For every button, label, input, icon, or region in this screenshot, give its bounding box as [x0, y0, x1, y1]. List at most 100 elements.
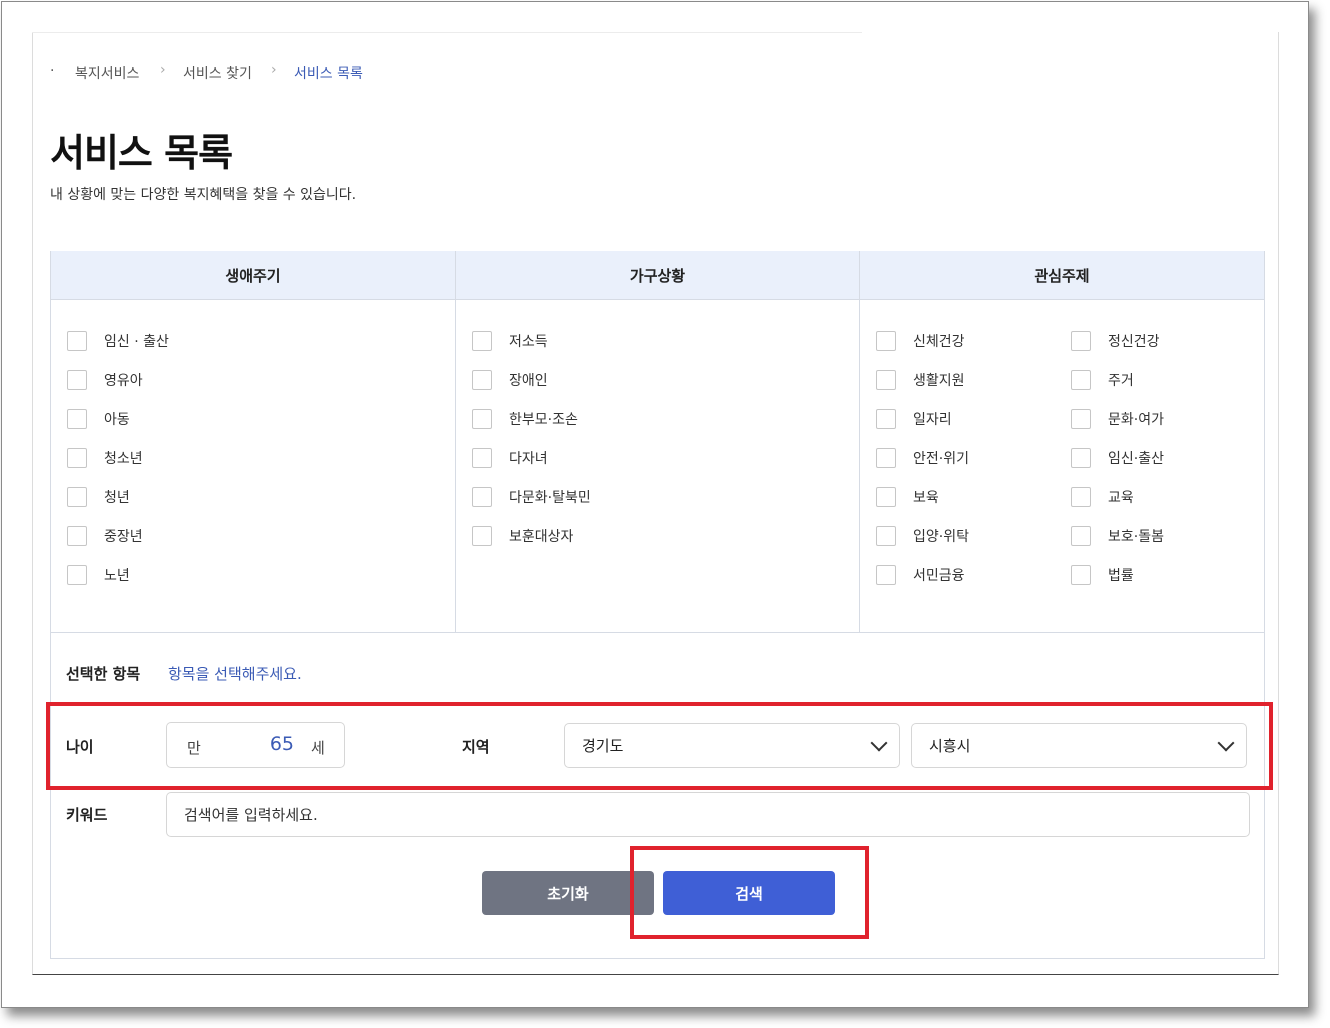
- checkbox-option[interactable]: 문화·여가: [1071, 407, 1164, 431]
- checkbox-option[interactable]: 보호·돌봄: [1071, 524, 1164, 548]
- checkbox-option[interactable]: 보훈대상자: [472, 524, 573, 548]
- checkbox-label: 다자녀: [509, 451, 548, 467]
- checkbox[interactable]: [67, 370, 87, 390]
- checkbox[interactable]: [1071, 448, 1091, 468]
- checkbox-option[interactable]: 생활지원: [876, 368, 965, 392]
- checkbox-option[interactable]: 주거: [1071, 368, 1134, 392]
- checkbox-option[interactable]: 입양·위탁: [876, 524, 969, 548]
- checkbox[interactable]: [472, 526, 492, 546]
- breadcrumb-service-list[interactable]: 서비스 목록: [294, 63, 363, 83]
- breadcrumb-find-service[interactable]: 서비스 찾기: [183, 63, 252, 83]
- checkbox[interactable]: [472, 448, 492, 468]
- selected-items-placeholder: 항목을 선택해주세요.: [168, 665, 302, 683]
- checkbox-label: 보호·돌봄: [1108, 529, 1164, 545]
- breadcrumb-separator-icon: ›: [160, 62, 166, 78]
- checkbox-option[interactable]: 영유아: [67, 368, 143, 392]
- region-label: 지역: [462, 738, 490, 756]
- breadcrumb-bullet: ·: [50, 63, 55, 79]
- filter-panel: [50, 251, 1265, 959]
- checkbox-option[interactable]: 법률: [1071, 563, 1134, 587]
- age-suffix: 세: [311, 739, 325, 757]
- checkbox-label: 일자리: [913, 412, 952, 428]
- checkbox[interactable]: [1071, 487, 1091, 507]
- checkbox-option[interactable]: 한부모·조손: [472, 407, 578, 431]
- checkbox[interactable]: [67, 487, 87, 507]
- checkbox[interactable]: [876, 565, 896, 585]
- checkbox-label: 아동: [104, 412, 130, 428]
- page-top-border: [32, 32, 862, 33]
- checkbox-label: 교육: [1108, 490, 1134, 506]
- selected-items-label: 선택한 항목: [66, 665, 141, 683]
- checkbox[interactable]: [67, 526, 87, 546]
- checkbox-option[interactable]: 청소년: [67, 446, 143, 470]
- checkbox-option[interactable]: 아동: [67, 407, 130, 431]
- checkbox[interactable]: [472, 331, 492, 351]
- checkbox-label: 영유아: [104, 373, 143, 389]
- checkbox[interactable]: [876, 331, 896, 351]
- checkbox[interactable]: [472, 409, 492, 429]
- checkbox[interactable]: [876, 526, 896, 546]
- checkbox-label: 노년: [104, 568, 130, 584]
- checkbox[interactable]: [1071, 409, 1091, 429]
- checkbox-label: 다문화·탈북민: [509, 490, 591, 506]
- checkbox[interactable]: [876, 448, 896, 468]
- checkbox[interactable]: [1071, 370, 1091, 390]
- checkbox-option[interactable]: 교육: [1071, 485, 1134, 509]
- checkbox-label: 안전·위기: [913, 451, 969, 467]
- checkbox-label: 임신·출산: [1108, 451, 1164, 467]
- checkbox[interactable]: [67, 409, 87, 429]
- checkbox-label: 신체건강: [913, 334, 965, 350]
- checkbox-option[interactable]: 다자녀: [472, 446, 548, 470]
- checkbox-option[interactable]: 신체건강: [876, 329, 965, 353]
- checkbox-label: 한부모·조손: [509, 412, 578, 428]
- checkbox-option[interactable]: 보육: [876, 485, 939, 509]
- checkbox-label: 임신 · 출산: [104, 334, 169, 350]
- breadcrumb-welfare[interactable]: 복지서비스: [75, 63, 139, 83]
- checkbox[interactable]: [1071, 526, 1091, 546]
- checkbox[interactable]: [1071, 565, 1091, 585]
- checkbox-option[interactable]: 노년: [67, 563, 130, 587]
- checkbox-option[interactable]: 장애인: [472, 368, 548, 392]
- column-divider: [859, 251, 860, 633]
- age-input[interactable]: [228, 733, 294, 755]
- keyword-input[interactable]: [166, 792, 1250, 837]
- checkbox-label: 보훈대상자: [509, 529, 574, 545]
- province-selected-value: 경기도: [582, 737, 624, 755]
- page-title: 서비스 목록: [50, 131, 233, 175]
- province-select[interactable]: 경기도: [564, 723, 900, 768]
- chevron-down-icon: [870, 734, 888, 751]
- checkbox[interactable]: [472, 370, 492, 390]
- age-label: 나이: [66, 738, 94, 756]
- checkbox-label: 입양·위탁: [913, 529, 969, 545]
- checkbox-label: 보육: [913, 490, 939, 506]
- checkbox-option[interactable]: 안전·위기: [876, 446, 969, 470]
- reset-button[interactable]: 초기화: [482, 871, 654, 915]
- checkbox[interactable]: [876, 370, 896, 390]
- checkbox-label: 청년: [104, 490, 130, 506]
- checkbox-option[interactable]: 서민금융: [876, 563, 965, 587]
- search-button[interactable]: 검색: [663, 871, 835, 915]
- checkbox[interactable]: [1071, 331, 1091, 351]
- keyword-label: 키워드: [66, 806, 108, 824]
- checkbox-option[interactable]: 저소득: [472, 329, 548, 353]
- checkbox-option[interactable]: 임신 · 출산: [67, 329, 169, 353]
- checkbox-option[interactable]: 중장년: [67, 524, 143, 548]
- checkbox-label: 중장년: [104, 529, 143, 545]
- age-prefix: 만: [187, 739, 201, 757]
- checkbox[interactable]: [472, 487, 492, 507]
- checkbox[interactable]: [67, 565, 87, 585]
- checkbox-option[interactable]: 청년: [67, 485, 130, 509]
- checkbox-option[interactable]: 일자리: [876, 407, 952, 431]
- column-header-life-cycle: 생애주기: [51, 251, 455, 300]
- city-select[interactable]: 시흥시: [911, 723, 1247, 768]
- checkbox-option[interactable]: 임신·출산: [1071, 446, 1164, 470]
- checkbox-label: 청소년: [104, 451, 143, 467]
- checkbox-label: 저소득: [509, 334, 548, 350]
- checkbox[interactable]: [67, 331, 87, 351]
- checkbox-option[interactable]: 다문화·탈북민: [472, 485, 591, 509]
- checkbox-option[interactable]: 정신건강: [1071, 329, 1160, 353]
- checkbox[interactable]: [876, 487, 896, 507]
- chevron-down-icon: [1217, 734, 1235, 751]
- checkbox[interactable]: [67, 448, 87, 468]
- checkbox[interactable]: [876, 409, 896, 429]
